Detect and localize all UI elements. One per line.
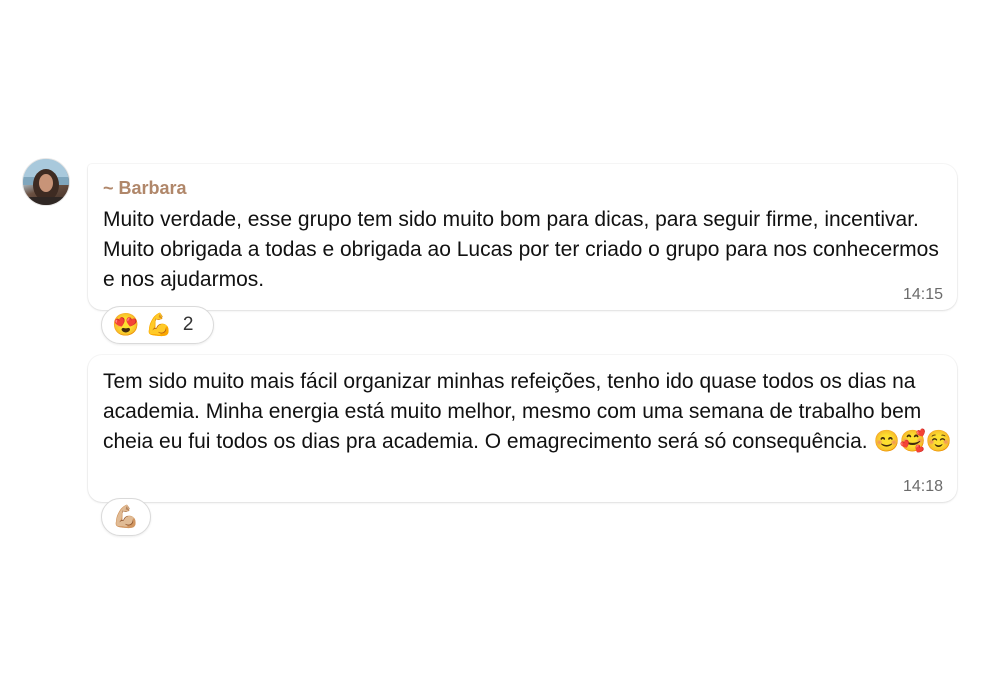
message-text: Tem sido muito mais fácil organizar minh…	[103, 370, 952, 453]
avatar-image	[23, 159, 69, 205]
message-bubble[interactable]: Tem sido muito mais fácil organizar minh…	[88, 355, 957, 502]
sender-avatar[interactable]	[22, 158, 70, 206]
flexed-biceps-emoji: 💪	[145, 312, 173, 337]
reactions-pill[interactable]: 😍 💪 2	[101, 306, 214, 344]
message-bubble[interactable]: ~ Barbara Muito verdade, esse grupo tem …	[88, 164, 957, 310]
reaction-count: 2	[182, 314, 194, 335]
message-text: Muito verdade, esse grupo tem sido muito…	[103, 208, 945, 291]
reactions-pill[interactable]: 💪🏼	[101, 498, 151, 536]
heart-eyes-emoji: 😍	[112, 312, 140, 337]
sender-name[interactable]: ~ Barbara	[103, 178, 187, 199]
message-timestamp: 14:18	[902, 478, 943, 495]
message-timestamp: 14:15	[902, 286, 943, 303]
flexed-biceps-emoji: 💪🏼	[112, 504, 140, 529]
